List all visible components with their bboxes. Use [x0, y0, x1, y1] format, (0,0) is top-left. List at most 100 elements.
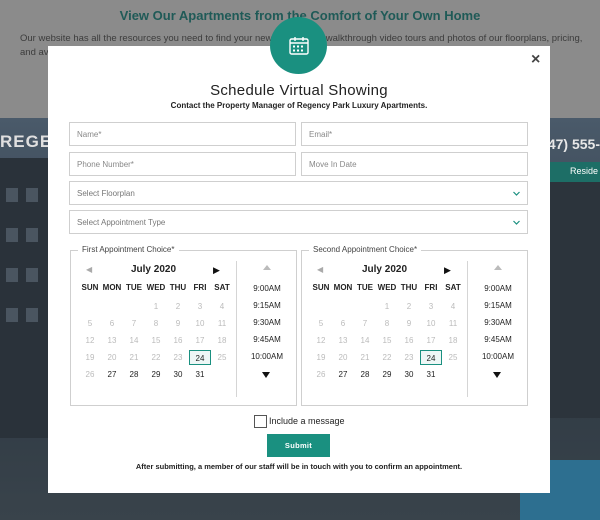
calendar-day[interactable]: 27 — [332, 367, 354, 382]
calendar-day[interactable]: 28 — [354, 367, 376, 382]
calendar-day: 23 — [173, 353, 183, 362]
calendar-day: 11 — [448, 319, 458, 328]
calendar-day: 7 — [131, 319, 137, 328]
calendar-day: 20 — [338, 353, 348, 362]
calendar-day: 23 — [404, 353, 414, 362]
time-scroll-down-button[interactable] — [493, 372, 501, 378]
calendar-day: 21 — [129, 353, 139, 362]
calendar-day: 21 — [360, 353, 370, 362]
next-month-button[interactable]: ▶ — [213, 265, 220, 276]
calendar-day: 25 — [217, 353, 227, 362]
time-option[interactable]: 9:30AM — [468, 314, 528, 331]
time-option[interactable]: 10:00AM — [237, 348, 297, 365]
calendar-day: 17 — [195, 336, 205, 345]
phone-field[interactable] — [69, 152, 296, 176]
calendar-day: 22 — [382, 353, 392, 362]
name-input[interactable] — [77, 129, 288, 139]
background-building-right — [548, 178, 600, 418]
time-scroll-up-button[interactable] — [494, 265, 502, 270]
time-option[interactable]: 9:15AM — [237, 297, 297, 314]
calendar-header: ◀ July 2020 ▶ — [71, 264, 236, 278]
weekday-label: THU — [169, 283, 187, 292]
first-time-picker: 9:00AM 9:15AM 9:30AM 9:45AM 10:00AM — [237, 251, 297, 405]
calendar-day: 5 — [318, 319, 324, 328]
time-option[interactable]: 10:00AM — [468, 348, 528, 365]
calendar-day[interactable]: 30 — [167, 367, 189, 382]
calendar-day: 9 — [175, 319, 181, 328]
calendar-header: ◀ July 2020 ▶ — [302, 264, 467, 278]
calendar-day: 10 — [195, 319, 205, 328]
calendar-day[interactable]: 31 — [420, 367, 442, 382]
name-field[interactable] — [69, 122, 296, 146]
include-message-checkbox[interactable] — [254, 415, 267, 428]
email-input[interactable] — [309, 129, 520, 139]
move-in-date-field[interactable] — [301, 152, 528, 176]
calendar-day: 4 — [219, 302, 225, 311]
time-option[interactable]: 9:00AM — [237, 280, 297, 297]
calendar-day: 19 — [316, 353, 326, 362]
calendar-day-empty — [211, 367, 233, 382]
calendar-day[interactable]: 31 — [189, 367, 211, 382]
calendar-day: 12 — [316, 336, 326, 345]
time-scroll-up-button[interactable] — [263, 265, 271, 270]
floorplan-select-value: Select Floorplan — [77, 188, 135, 198]
calendar-day: 4 — [450, 302, 456, 311]
calendar-day[interactable]: 27 — [101, 367, 123, 382]
next-month-button[interactable]: ▶ — [444, 265, 451, 276]
weekday-row: SUN MON TUE WED THU FRI SAT — [310, 283, 467, 292]
calendar-day: 13 — [338, 336, 348, 345]
appointment-type-select[interactable]: Select Appointment Type — [69, 210, 528, 234]
calendar-day: 2 — [406, 302, 412, 311]
phone-input[interactable] — [77, 159, 288, 169]
calendar-day-empty — [310, 299, 332, 314]
chevron-down-icon — [513, 220, 520, 225]
weekday-label: SUN — [312, 283, 330, 292]
weekday-label: SUN — [81, 283, 99, 292]
footer-note: After submitting, a member of our staff … — [135, 462, 463, 471]
time-option[interactable]: 9:45AM — [237, 331, 297, 348]
calendar-day: 25 — [448, 353, 458, 362]
calendar-day[interactable]: 29 — [376, 367, 398, 382]
move-in-date-input[interactable] — [309, 159, 520, 169]
time-option[interactable]: 9:30AM — [237, 314, 297, 331]
floorplan-select[interactable]: Select Floorplan — [69, 181, 528, 205]
calendar-day[interactable]: 29 — [145, 367, 167, 382]
calendar-day: 1 — [384, 302, 390, 311]
calendar-day: 12 — [85, 336, 95, 345]
calendar-days: 1 2 3 4 5 6 7 8 9 10 11 12 13 14 15 16 1… — [79, 299, 236, 384]
time-scroll-down-button[interactable] — [262, 372, 270, 378]
close-button[interactable]: × — [531, 51, 540, 69]
weekday-label: THU — [400, 283, 418, 292]
weekday-label: WED — [146, 283, 166, 292]
weekday-label: MON — [102, 283, 122, 292]
calendar-day: 18 — [217, 336, 227, 345]
calendar-day: 20 — [107, 353, 117, 362]
calendar-day: 16 — [404, 336, 414, 345]
calendar-day-empty — [354, 299, 376, 314]
calendar-day: 5 — [87, 319, 93, 328]
submit-button[interactable]: Submit — [267, 434, 330, 457]
calendar-day: 7 — [362, 319, 368, 328]
calendar-day: 14 — [360, 336, 370, 345]
calendar-day: 15 — [151, 336, 161, 345]
calendar-day-empty — [332, 299, 354, 314]
modal-subtitle: Contact the Property Manager of Regency … — [170, 101, 428, 110]
calendar-day-selected[interactable]: 24 — [189, 350, 211, 365]
weekday-row: SUN MON TUE WED THU FRI SAT — [79, 283, 236, 292]
weekday-label: SAT — [214, 283, 230, 292]
calendar-day[interactable]: 30 — [398, 367, 420, 382]
calendar-day: 6 — [109, 319, 115, 328]
time-option[interactable]: 9:45AM — [468, 331, 528, 348]
calendar-icon — [288, 36, 309, 55]
time-option[interactable]: 9:15AM — [468, 297, 528, 314]
calendar-badge — [270, 17, 327, 74]
time-list: 9:00AM 9:15AM 9:30AM 9:45AM 10:00AM — [468, 280, 528, 365]
calendar-day[interactable]: 28 — [123, 367, 145, 382]
calendar-day: 2 — [175, 302, 181, 311]
email-field[interactable] — [301, 122, 528, 146]
calendar-day-selected[interactable]: 24 — [420, 350, 442, 365]
weekday-label: TUE — [126, 283, 142, 292]
time-option[interactable]: 9:00AM — [468, 280, 528, 297]
calendar-day: 8 — [384, 319, 390, 328]
background-building-left — [0, 158, 48, 438]
